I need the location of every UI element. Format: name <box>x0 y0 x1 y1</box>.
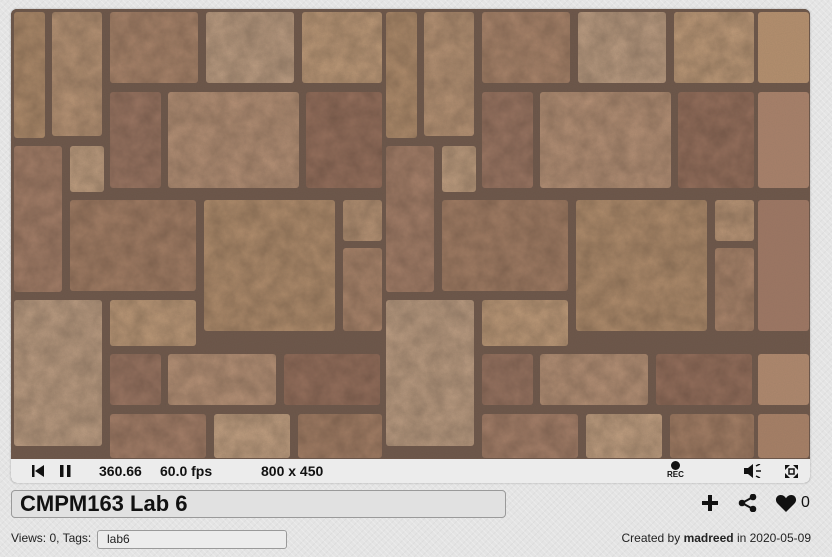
fps-readout: 60.0 fps <box>160 463 213 479</box>
pause-icon[interactable] <box>60 459 71 483</box>
record-label: REC <box>667 470 684 479</box>
time-readout: 360.66 <box>99 463 142 479</box>
like-count: 0 <box>801 494 810 511</box>
like-button[interactable]: 0 <box>775 490 810 516</box>
volume-icon[interactable] <box>744 459 762 483</box>
heart-icon <box>775 494 797 512</box>
add-to-playlist-button[interactable] <box>701 490 719 516</box>
created-by-prefix: Created by <box>621 531 681 545</box>
share-button[interactable] <box>738 490 757 516</box>
plus-icon <box>702 495 718 511</box>
shader-canvas[interactable] <box>11 9 810 459</box>
shader-player: 360.66 60.0 fps 800 x 450 REC <box>11 9 810 483</box>
views-tags-label: Views: 0, Tags: <box>11 531 92 545</box>
stone-wall-texture <box>11 9 810 459</box>
created-date: in 2020-05-09 <box>736 531 811 545</box>
creator-info: Created by madreed in 2020-05-09 <box>622 531 811 545</box>
resolution-readout: 800 x 450 <box>261 463 324 479</box>
skip-back-icon[interactable] <box>32 459 44 483</box>
player-controls: 360.66 60.0 fps 800 x 450 REC <box>11 459 810 483</box>
tags-field[interactable]: lab6 <box>97 530 287 549</box>
share-icon <box>738 494 757 512</box>
author-link[interactable]: madreed <box>684 531 734 545</box>
record-icon <box>670 461 680 470</box>
fullscreen-icon[interactable] <box>785 459 798 483</box>
record-button[interactable]: REC <box>667 459 684 483</box>
shader-title-field[interactable]: CMPM163 Lab 6 <box>11 490 506 518</box>
